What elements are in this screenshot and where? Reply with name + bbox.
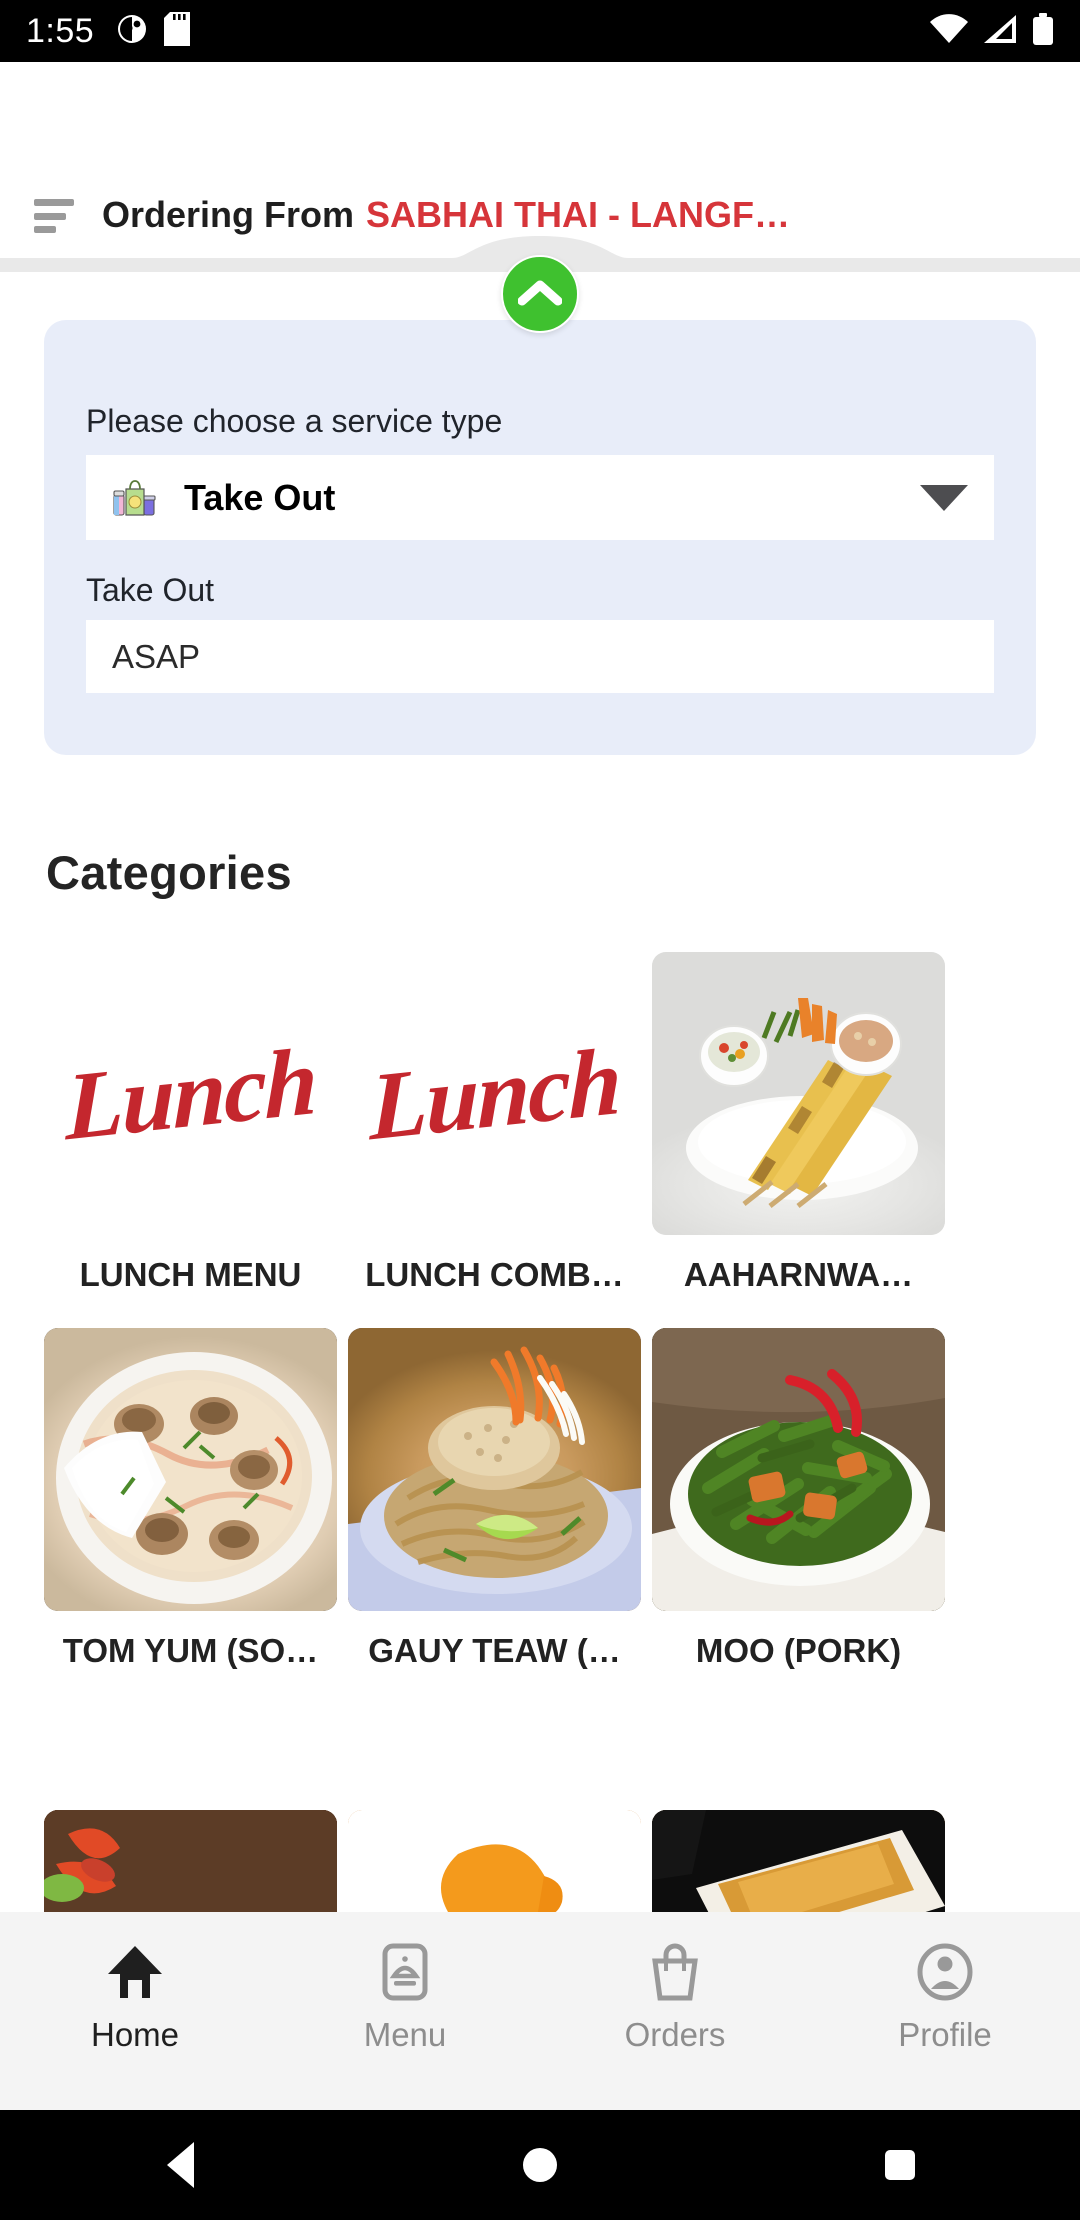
categories-row-2: TOM YUM (SO… GAUY TEAW (… MOO (PORK): [44, 1328, 945, 1669]
notification-dot-icon: [116, 13, 148, 50]
status-bar-clock: 1:55: [26, 11, 95, 50]
nav-item-profile[interactable]: Profile: [810, 1942, 1080, 2054]
category-label: GAUY TEAW (…: [368, 1633, 621, 1670]
category-label: LUNCH COMB…: [365, 1257, 624, 1293]
menu-cloche-icon: [382, 1942, 428, 2002]
bottom-navigation-bar: Home Menu Orders Profile: [0, 1912, 1080, 2110]
nav-label-orders: Orders: [624, 2016, 726, 2053]
battery-icon: [1032, 12, 1054, 50]
system-recents-button[interactable]: [720, 2150, 1080, 2180]
chevron-up-icon: [517, 277, 563, 312]
system-back-button[interactable]: [0, 2142, 360, 2188]
back-triangle-icon: [166, 2142, 194, 2188]
category-item[interactable]: Lunch LUNCH COMB…: [348, 952, 641, 1293]
page-title: Ordering From SABHAI THAI - LANGF…: [102, 194, 790, 236]
category-thumbnail: [44, 1328, 337, 1612]
categories-heading: Categories: [46, 846, 292, 899]
wifi-icon: [930, 13, 968, 49]
lunch-script-logo: Lunch: [44, 952, 337, 1235]
nav-label-menu: Menu: [363, 2016, 447, 2053]
hamburger-menu-icon[interactable]: [34, 199, 74, 233]
categories-row-3-partial: [44, 1810, 1044, 1918]
nav-item-menu[interactable]: Menu: [270, 1942, 540, 2054]
person-circle-icon: [917, 1942, 973, 2002]
yellow-curry-photo: [348, 1810, 641, 1918]
categories-grid: Lunch LUNCH MENU Lunch LUNCH COMB… AAHAR…: [44, 952, 1044, 1705]
chicken-satay-photo: [652, 952, 945, 1235]
shopping-bag-icon: [112, 477, 156, 519]
collapse-panel-button[interactable]: [501, 255, 579, 333]
status-bar-system-icons: [930, 12, 1054, 50]
category-item[interactable]: AAHARNWA…: [652, 952, 945, 1293]
category-label: AAHARNWA…: [683, 1257, 914, 1293]
tom-yum-soup-photo: [44, 1328, 337, 1612]
category-thumbnail: [652, 952, 945, 1235]
nav-item-orders[interactable]: Orders: [540, 1942, 810, 2054]
category-label: TOM YUM (SO…: [62, 1633, 319, 1670]
nav-item-home[interactable]: Home: [0, 1942, 270, 2054]
category-thumbnail: Lunch: [44, 952, 337, 1235]
category-label: MOO (PORK): [695, 1633, 902, 1670]
nav-label-profile: Profile: [898, 2016, 992, 2053]
status-bar-notification-icons: [116, 11, 191, 51]
category-item[interactable]: [652, 1810, 945, 1918]
android-system-nav: [0, 2110, 1080, 2220]
recents-square-icon: [885, 2150, 915, 2180]
pad-thai-noodles-photo: [348, 1328, 641, 1612]
system-home-button[interactable]: [360, 2148, 720, 2182]
lunch-logo-text: Lunch: [369, 1026, 620, 1161]
category-item[interactable]: GAUY TEAW (…: [348, 1328, 641, 1669]
category-thumbnail: Lunch: [348, 952, 641, 1235]
home-icon: [106, 1942, 164, 2002]
time-slot-label: Take Out: [86, 572, 215, 608]
lunch-logo-text: Lunch: [65, 1026, 316, 1161]
restaurant-name[interactable]: SABHAI THAI - LANGF…: [366, 194, 790, 235]
pork-green-bean-photo: [652, 1328, 945, 1612]
sd-card-icon: [164, 11, 191, 51]
service-type-label: Please choose a service type: [86, 403, 503, 439]
lunch-script-logo: Lunch: [348, 952, 641, 1235]
ordering-from-prefix: Ordering From: [102, 194, 355, 235]
dark-plate-dish-photo: [652, 1810, 945, 1918]
service-type-value: Take Out: [184, 476, 336, 518]
cellular-signal-icon: [982, 14, 1018, 49]
category-item[interactable]: TOM YUM (SO…: [44, 1328, 337, 1669]
categories-row-1: Lunch LUNCH MENU Lunch LUNCH COMB… AAHAR…: [44, 952, 945, 1293]
category-item[interactable]: [44, 1810, 337, 1918]
service-type-dropdown[interactable]: Take Out: [86, 455, 994, 540]
android-status-bar: 1:55: [0, 0, 1080, 62]
app-screen: 1:55 Ordering From SABHAI THAI - LANGF… …: [0, 0, 1080, 2220]
home-circle-icon: [523, 2148, 557, 2182]
time-slot-field[interactable]: ASAP: [86, 620, 994, 693]
time-slot-value: ASAP: [112, 637, 201, 675]
service-type-card: Please choose a service type Take Out Ta…: [44, 320, 1036, 755]
category-thumbnail: [348, 1328, 641, 1612]
category-thumbnail: [652, 1328, 945, 1612]
caret-down-icon[interactable]: [920, 484, 968, 511]
shopping-bag-icon: [649, 1942, 701, 2002]
category-item[interactable]: [348, 1810, 641, 1918]
category-item[interactable]: MOO (PORK): [652, 1328, 945, 1669]
shrimp-dish-photo: [44, 1810, 337, 1918]
nav-label-home: Home: [90, 2016, 180, 2053]
category-item[interactable]: Lunch LUNCH MENU: [44, 952, 337, 1293]
category-label: LUNCH MENU: [79, 1257, 302, 1293]
